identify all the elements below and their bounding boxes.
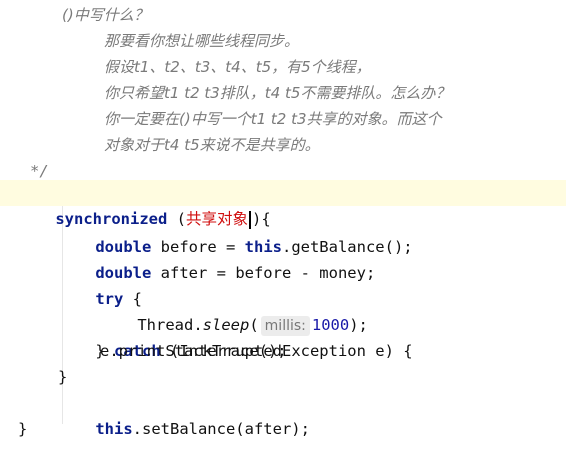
code-line: double after = before - money; <box>58 234 375 282</box>
code-line: } catch (InterruptedException e) { <box>58 312 412 360</box>
comment-line: ()中写什么？ <box>62 6 149 24</box>
code-editor[interactable]: ()中写什么？ 那要看你想让哪些线程同步。 假设t1、t2、t3、t4、t5，有… <box>0 0 566 444</box>
code-text: .setBalance(after); <box>132 420 310 438</box>
comment-line: 对象对于t4 t5来说不是共享的。 <box>104 136 320 154</box>
code-line: this.setBalance(after); <box>58 390 310 438</box>
code-line-synchronized: synchronized (共享对象){ <box>18 180 271 229</box>
comment-line: 那要看你想让哪些线程同步。 <box>104 32 300 50</box>
code-line: e.printStackTrace(); <box>100 342 287 360</box>
comment-line: 你一定要在()中写一个t1 t2 t3共享的对象。而这个 <box>104 110 442 128</box>
code-line: double before = this.getBalance(); <box>58 208 412 256</box>
code-line: } <box>18 420 28 438</box>
comment-line: 假设t1、t2、t3、t4、t5，有5个线程， <box>104 58 371 76</box>
code-text: after = before - money; <box>151 264 376 282</box>
code-line: } <box>58 368 68 386</box>
code-line: Thread.sleep(millis: 1000); <box>100 286 368 336</box>
keyword: this <box>95 420 133 438</box>
code-line: try { <box>58 260 142 308</box>
comment-line: 你只希望t1 t2 t3排队，t4 t5不需要排队。怎么办？ <box>104 84 451 102</box>
